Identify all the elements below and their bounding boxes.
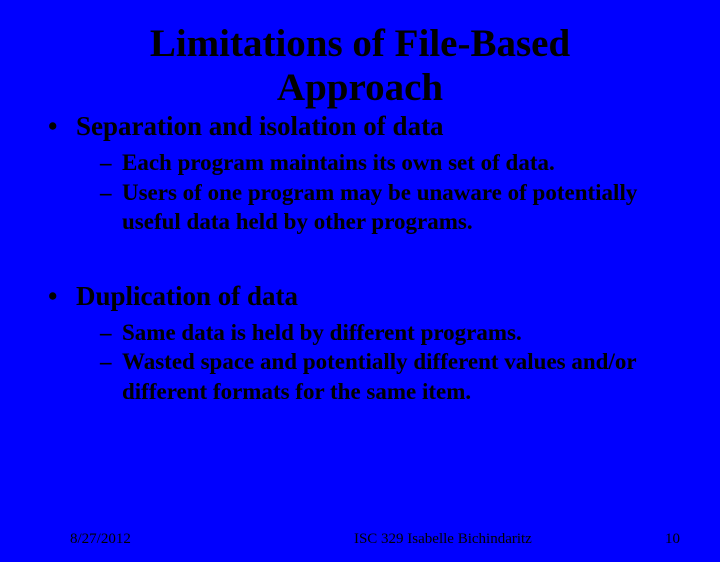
slide-body: Separation and isolation of data Each pr… (0, 111, 720, 406)
title-line-1: Limitations of File-Based (150, 22, 570, 65)
slide-title: Limitations of File-Based Approach (0, 22, 720, 109)
sub-bullet-item: Users of one program may be unaware of p… (100, 178, 672, 237)
bullet-heading: Duplication of data (76, 281, 298, 311)
sub-bullet-item: Wasted space and potentially different v… (100, 347, 672, 406)
sub-bullet-item: Each program maintains its own set of da… (100, 148, 672, 177)
bullet-item: Duplication of data Same data is held by… (48, 281, 672, 406)
title-line-2: Approach (277, 66, 443, 109)
sub-bullet-item: Same data is held by different programs. (100, 318, 672, 347)
bullet-item: Separation and isolation of data Each pr… (48, 111, 672, 236)
bullet-heading: Separation and isolation of data (76, 111, 444, 141)
